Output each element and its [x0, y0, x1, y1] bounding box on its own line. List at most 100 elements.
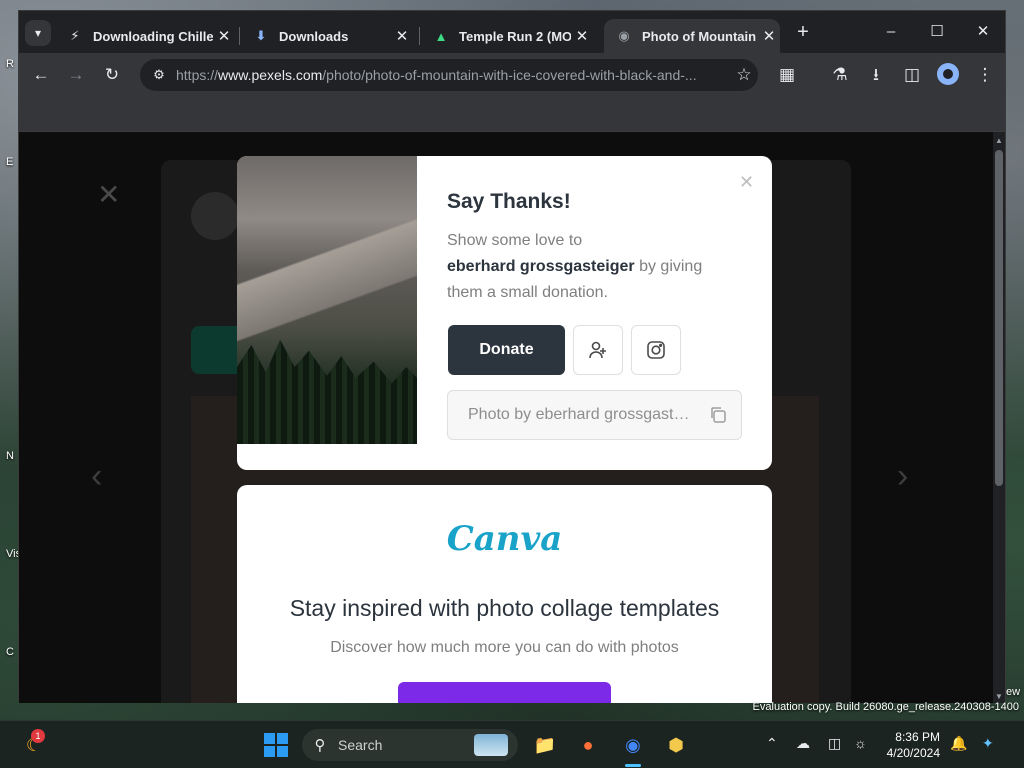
scroll-up-icon[interactable]: ▲: [993, 136, 1005, 145]
back-button[interactable]: ←: [29, 63, 53, 87]
copilot-icon: ✦: [982, 735, 994, 751]
kebab-menu-icon: ⋮: [976, 65, 994, 84]
new-tab-button[interactable]: +: [791, 21, 815, 45]
desktop-label: N: [6, 450, 14, 462]
close-icon[interactable]: ✕: [213, 27, 235, 45]
desktop-label: C: [6, 646, 14, 658]
close-icon[interactable]: ✕: [739, 172, 754, 193]
bookmark-star-icon[interactable]: ☆: [730, 65, 758, 85]
canva-promo-card: Canva Stay inspired with photo collage t…: [237, 485, 772, 703]
close-icon[interactable]: ✕: [571, 27, 593, 45]
profile-avatar[interactable]: [937, 63, 959, 85]
tab-downloading[interactable]: ⚡ Downloading Chilled ✕: [55, 19, 235, 53]
mountain-photo: [237, 156, 417, 444]
menu-button[interactable]: ⋮: [973, 63, 997, 87]
photographer-name[interactable]: eberhard grossgasteiger: [447, 258, 635, 275]
system-clock[interactable]: 8:36 PM 4/20/2024: [884, 729, 940, 761]
extensions-button[interactable]: ▦: [775, 63, 799, 87]
copy-icon[interactable]: [708, 405, 728, 425]
copilot-button[interactable]: ✦: [982, 735, 994, 752]
firefox-icon: ●: [582, 734, 594, 755]
download-icon: ⬇: [255, 28, 267, 43]
donate-button[interactable]: Donate: [448, 325, 565, 375]
evaluation-watermark: Evaluation copy. Build 26080.ge_release.…: [752, 701, 1019, 713]
plus-icon: +: [797, 21, 809, 43]
photo-credit-field[interactable]: Photo by eberhard grossgasteiger: [447, 390, 742, 440]
show-hidden-icons[interactable]: ⌃: [766, 735, 778, 752]
address-bar[interactable]: ⚙ https://www.pexels.com/photo/photo-of-…: [140, 59, 758, 91]
clock-time: 8:36 PM: [895, 730, 940, 744]
side-panel-icon: ◫: [903, 65, 921, 84]
close-icon: ✕: [976, 23, 990, 40]
tab-strip: ▾ ⚡ Downloading Chilled ✕ ⬇ Downloads ✕ …: [19, 11, 1005, 53]
folder-icon: 📁: [533, 734, 557, 755]
page-scrollbar[interactable]: ▲ ▼: [993, 132, 1005, 703]
browser-window: ▾ ⚡ Downloading Chilled ✕ ⬇ Downloads ✕ …: [18, 10, 1006, 703]
hexagon-icon: ⬢: [668, 734, 684, 755]
pinned-app-button[interactable]: ⬢: [662, 731, 690, 759]
network-tray[interactable]: ☼: [854, 735, 867, 751]
network-icon: ☼: [854, 735, 867, 751]
tab-title: Downloading Chilled: [93, 28, 213, 44]
maximize-button[interactable]: ☐: [914, 19, 960, 45]
file-explorer-button[interactable]: 📁: [531, 731, 559, 759]
android-icon: ▲: [434, 28, 448, 44]
close-icon[interactable]: ✕: [391, 27, 413, 45]
modal-text: Show some love to eberhard grossgasteige…: [447, 232, 703, 301]
onedrive-tray[interactable]: ☁: [796, 735, 810, 752]
firefox-button[interactable]: ●: [574, 731, 602, 759]
scroll-down-icon[interactable]: ▼: [993, 692, 1005, 701]
close-window-button[interactable]: ✕: [960, 19, 1006, 45]
bolt-icon: ⚡: [70, 28, 80, 43]
arrow-left-icon: ←: [32, 65, 50, 84]
bell-icon: 🔔: [950, 735, 968, 751]
reload-icon: ↻: [104, 65, 120, 84]
display-tray[interactable]: ◫: [828, 735, 841, 752]
labs-button[interactable]: ⚗: [828, 63, 852, 87]
tab-downloads[interactable]: ⬇ Downloads ✕: [241, 19, 413, 53]
bookmarks-bar: [19, 97, 1005, 132]
maximize-icon: ☐: [930, 23, 944, 40]
url-text[interactable]: https://www.pexels.com/photo/photo-of-mo…: [176, 67, 730, 83]
forward-button[interactable]: →: [64, 63, 88, 87]
canva-heading: Stay inspired with photo collage templat…: [289, 595, 720, 621]
chrome-icon: ◉: [625, 734, 641, 755]
taskbar-search[interactable]: ⚲ Search: [302, 729, 518, 761]
minimize-button[interactable]: –: [868, 19, 914, 45]
follow-button[interactable]: [573, 325, 623, 375]
search-highlight-image: [474, 734, 508, 756]
tab-temple-run[interactable]: ▲ Temple Run 2 (MOD ✕: [421, 19, 593, 53]
say-thanks-modal: ✕ Say Thanks! Show some love to eberhard…: [237, 156, 772, 470]
start-button[interactable]: [264, 733, 288, 757]
site-info-icon[interactable]: ⚙: [148, 67, 170, 83]
arrow-right-icon: →: [67, 65, 85, 84]
reload-button[interactable]: ↻: [100, 63, 124, 87]
photographer-avatar: [191, 192, 239, 240]
scrollbar-thumb[interactable]: [995, 150, 1003, 486]
flask-icon: ⚗: [832, 65, 848, 84]
desktop-label: ew: [1006, 686, 1021, 698]
photo-credit-text: Photo by eberhard grossgasteiger: [468, 406, 698, 423]
close-icon[interactable]: ✕: [758, 27, 780, 45]
chevron-right-icon[interactable]: ›: [897, 457, 908, 496]
search-icon: ⚲: [314, 737, 326, 754]
canva-start-button[interactable]: [398, 682, 611, 703]
chrome-button[interactable]: ◉: [619, 731, 647, 759]
user-icon: [943, 69, 953, 79]
canva-subheading: Discover how much more you can do with p…: [330, 639, 679, 656]
download-icon: ⭳: [873, 65, 879, 84]
downloads-button[interactable]: ⭳: [864, 63, 888, 87]
puzzle-icon: ▦: [778, 65, 796, 84]
side-panel-button[interactable]: ◫: [900, 63, 924, 87]
close-icon[interactable]: ✕: [97, 178, 120, 211]
cloud-icon: ☁: [796, 735, 810, 751]
page-viewport: ✕ ‹ › ✕ Say Thanks! Show some love to eb…: [19, 132, 995, 703]
tab-title: Temple Run 2 (MOD: [459, 28, 571, 44]
modal-title: Say Thanks!: [447, 190, 571, 213]
chevron-left-icon[interactable]: ‹: [91, 457, 102, 496]
instagram-icon: [647, 341, 665, 359]
notifications-button[interactable]: 🔔: [950, 735, 967, 752]
tab-photo-of-mountain[interactable]: ◉ Photo of Mountain W ✕: [604, 19, 780, 53]
instagram-button[interactable]: [631, 325, 681, 375]
tab-search-button[interactable]: ▾: [25, 20, 51, 46]
